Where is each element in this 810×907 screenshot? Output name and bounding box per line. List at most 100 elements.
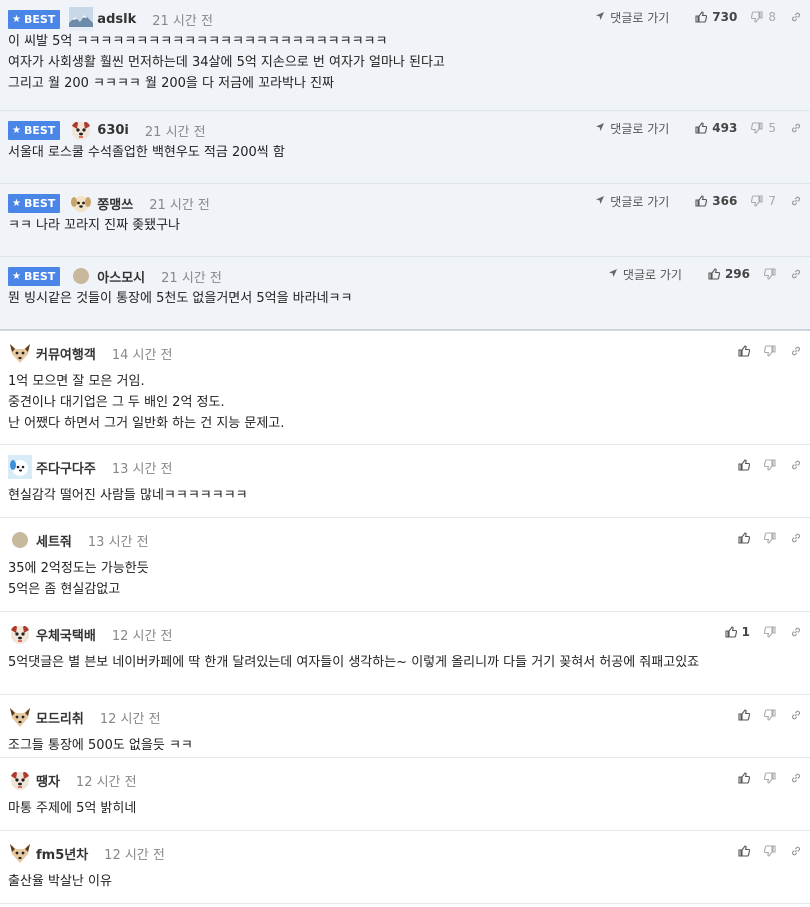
- comment-item: fm5년차 12 시간 전 출산율 박살난 이유: [0, 831, 810, 904]
- upvote-button[interactable]: [738, 345, 750, 357]
- link-icon: [790, 268, 802, 280]
- comment-body: ㅋㅋ 나라 꼬라지 진짜 좆됐구나: [8, 215, 180, 236]
- link-icon: [790, 122, 802, 134]
- nickname[interactable]: 주다구다주: [36, 458, 96, 477]
- avatar[interactable]: [69, 118, 93, 142]
- best-badge-label: BEST: [23, 123, 56, 137]
- avatar[interactable]: [8, 455, 32, 479]
- nickname[interactable]: fm5년차: [36, 844, 88, 863]
- avatar[interactable]: [8, 768, 32, 792]
- upvote-count: 366: [712, 194, 738, 208]
- go-to-reply-link[interactable]: 댓글로 가기: [595, 193, 669, 210]
- comment-header: ★ BEST 아스모시 21 시간 전: [8, 265, 222, 287]
- copy-link-button[interactable]: [790, 195, 802, 207]
- comment-header: 우체국택배 12 시간 전: [8, 623, 173, 645]
- comment-item: 땡자 12 시간 전마통 주제에 5억 밝히네: [0, 758, 810, 831]
- comment-item: 커뮤여행객 14 시간 전 1억 모으면 잘 모은 거임. 중견이나 대기업은 그 두…: [0, 331, 810, 445]
- upvote-button[interactable]: 730: [695, 10, 737, 24]
- comment-body: 1억 모으면 잘 모은 거임. 중견이나 대기업은 그 두 배인 2억 정도. 난 …: [8, 371, 284, 434]
- comment-actions: [724, 529, 802, 547]
- comment-header: 땡자 12 시간 전: [8, 769, 137, 791]
- copy-link-button[interactable]: [790, 122, 802, 134]
- copy-link-button[interactable]: [790, 845, 802, 857]
- comment-text-line: 이 씨발 5억 ㅋㅋㅋㅋㅋㅋㅋㅋㅋㅋㅋㅋㅋㅋㅋㅋㅋㅋㅋㅋㅋㅋㅋㅋㅋㅋ: [8, 34, 388, 49]
- upvote-button[interactable]: 366: [695, 194, 737, 208]
- link-icon: [790, 845, 802, 857]
- nickname[interactable]: 모드리취: [36, 708, 84, 727]
- downvote-button[interactable]: [764, 626, 776, 638]
- downvote-button[interactable]: 7: [751, 194, 776, 208]
- downvote-button[interactable]: 5: [751, 121, 776, 135]
- upvote-button[interactable]: [738, 772, 750, 784]
- upvote-count: 493: [712, 121, 738, 135]
- downvote-button[interactable]: [764, 709, 776, 721]
- nickname[interactable]: 우체국택배: [36, 625, 96, 644]
- avatar[interactable]: [8, 528, 32, 552]
- thumbs-down-icon: [764, 845, 776, 857]
- upvote-button[interactable]: 493: [695, 121, 737, 135]
- avatar[interactable]: [69, 7, 94, 31]
- go-to-reply-link[interactable]: 댓글로 가기: [595, 9, 669, 26]
- upvote-button[interactable]: 1: [725, 625, 750, 639]
- copy-link-button[interactable]: [790, 626, 802, 638]
- nickname[interactable]: adslk: [97, 12, 136, 27]
- copy-link-button[interactable]: [790, 532, 802, 544]
- upvote-button[interactable]: [738, 709, 750, 721]
- upvote-button[interactable]: 296: [708, 267, 750, 281]
- comment-body: 5억댓글은 별 븐보 네이버카페에 딱 한개 달려있는데 여자들이 생각하는~ …: [8, 652, 699, 673]
- downvote-button[interactable]: [764, 772, 776, 784]
- go-to-reply-link[interactable]: 댓글로 가기: [595, 120, 669, 137]
- avatar[interactable]: [8, 341, 32, 365]
- comment-actions: [724, 842, 802, 860]
- downvote-button[interactable]: [764, 459, 776, 471]
- comment-actions: [724, 769, 802, 787]
- copy-link-button[interactable]: [790, 268, 802, 280]
- thumbs-up-icon: [695, 195, 708, 207]
- thumbs-down-icon: [751, 11, 763, 23]
- comment-item: 주다구다주 13 시간 전 현실감각 떨어진 사람들 많네ㅋㅋㅋㅋㅋㅋㅋ: [0, 445, 810, 518]
- avatar[interactable]: [69, 191, 93, 215]
- go-to-reply-link[interactable]: 댓글로 가기: [608, 266, 682, 283]
- best-badge-label: BEST: [23, 269, 56, 283]
- downvote-count: 7: [768, 194, 776, 208]
- upvote-button[interactable]: [738, 845, 750, 857]
- avatar[interactable]: [69, 264, 93, 288]
- nickname[interactable]: 쫑맹쓰: [97, 194, 133, 213]
- copy-link-button[interactable]: [790, 11, 802, 23]
- downvote-button[interactable]: [764, 268, 776, 280]
- downvote-button[interactable]: 8: [751, 10, 776, 24]
- thumbs-up-icon: [738, 459, 750, 471]
- downvote-button[interactable]: [764, 345, 776, 357]
- avatar[interactable]: [8, 622, 32, 646]
- comment-body: 뭔 빙시같은 것들이 통장에 5천도 없을거면서 5억을 바라네ㅋㅋ: [8, 288, 352, 309]
- avatar[interactable]: [8, 841, 32, 865]
- comment-body: 서울대 로스쿨 수석졸업한 백현우도 적금 200씩 함: [8, 142, 285, 163]
- copy-link-button[interactable]: [790, 459, 802, 471]
- copy-link-button[interactable]: [790, 345, 802, 357]
- comment-actions: [724, 456, 802, 474]
- avatar[interactable]: [8, 705, 32, 729]
- comment-body: 출산율 박살난 이유: [8, 871, 112, 892]
- comment-text-line: 그리고 월 200 ㅋㅋㅋㅋ 월 200을 다 저금에 꼬라박나 진짜: [8, 76, 335, 91]
- comment-text-line: 난 어쨌다 하면서 그거 일반화 하는 건 지능 문제고.: [8, 416, 285, 431]
- upvote-button[interactable]: [738, 459, 750, 471]
- comment-body: 마통 주제에 5억 밝히네: [8, 798, 136, 819]
- comment-list: ★ BEST adslk 21 시간 전 댓글로 가기 730 8 이 씨발 5억 ㅋㅋㅋㅋㅋ…: [0, 0, 810, 904]
- downvote-button[interactable]: [764, 532, 776, 544]
- comment-header: 모드리취 12 시간 전: [8, 706, 161, 728]
- copy-link-button[interactable]: [790, 772, 802, 784]
- upvote-button[interactable]: [738, 532, 750, 544]
- thumbs-up-icon: [738, 532, 750, 544]
- link-icon: [790, 195, 802, 207]
- comment-text-line: 중견이나 대기업은 그 두 배인 2억 정도.: [8, 395, 225, 410]
- downvote-button[interactable]: [764, 845, 776, 857]
- thumbs-up-icon: [708, 268, 720, 280]
- nickname[interactable]: 아스모시: [97, 267, 145, 286]
- nickname[interactable]: 커뮤여행객: [36, 344, 96, 363]
- copy-link-button[interactable]: [790, 709, 802, 721]
- comment-text-line: 서울대 로스쿨 수석졸업한 백현우도 적금 200씩 함: [8, 145, 285, 160]
- comment-body: 이 씨발 5억 ㅋㅋㅋㅋㅋㅋㅋㅋㅋㅋㅋㅋㅋㅋㅋㅋㅋㅋㅋㅋㅋㅋㅋㅋㅋㅋ 여자가 사회…: [8, 31, 445, 94]
- nickname[interactable]: 세트줘: [36, 531, 72, 550]
- nickname[interactable]: 땡자: [36, 771, 60, 790]
- nickname[interactable]: 630i: [97, 123, 129, 138]
